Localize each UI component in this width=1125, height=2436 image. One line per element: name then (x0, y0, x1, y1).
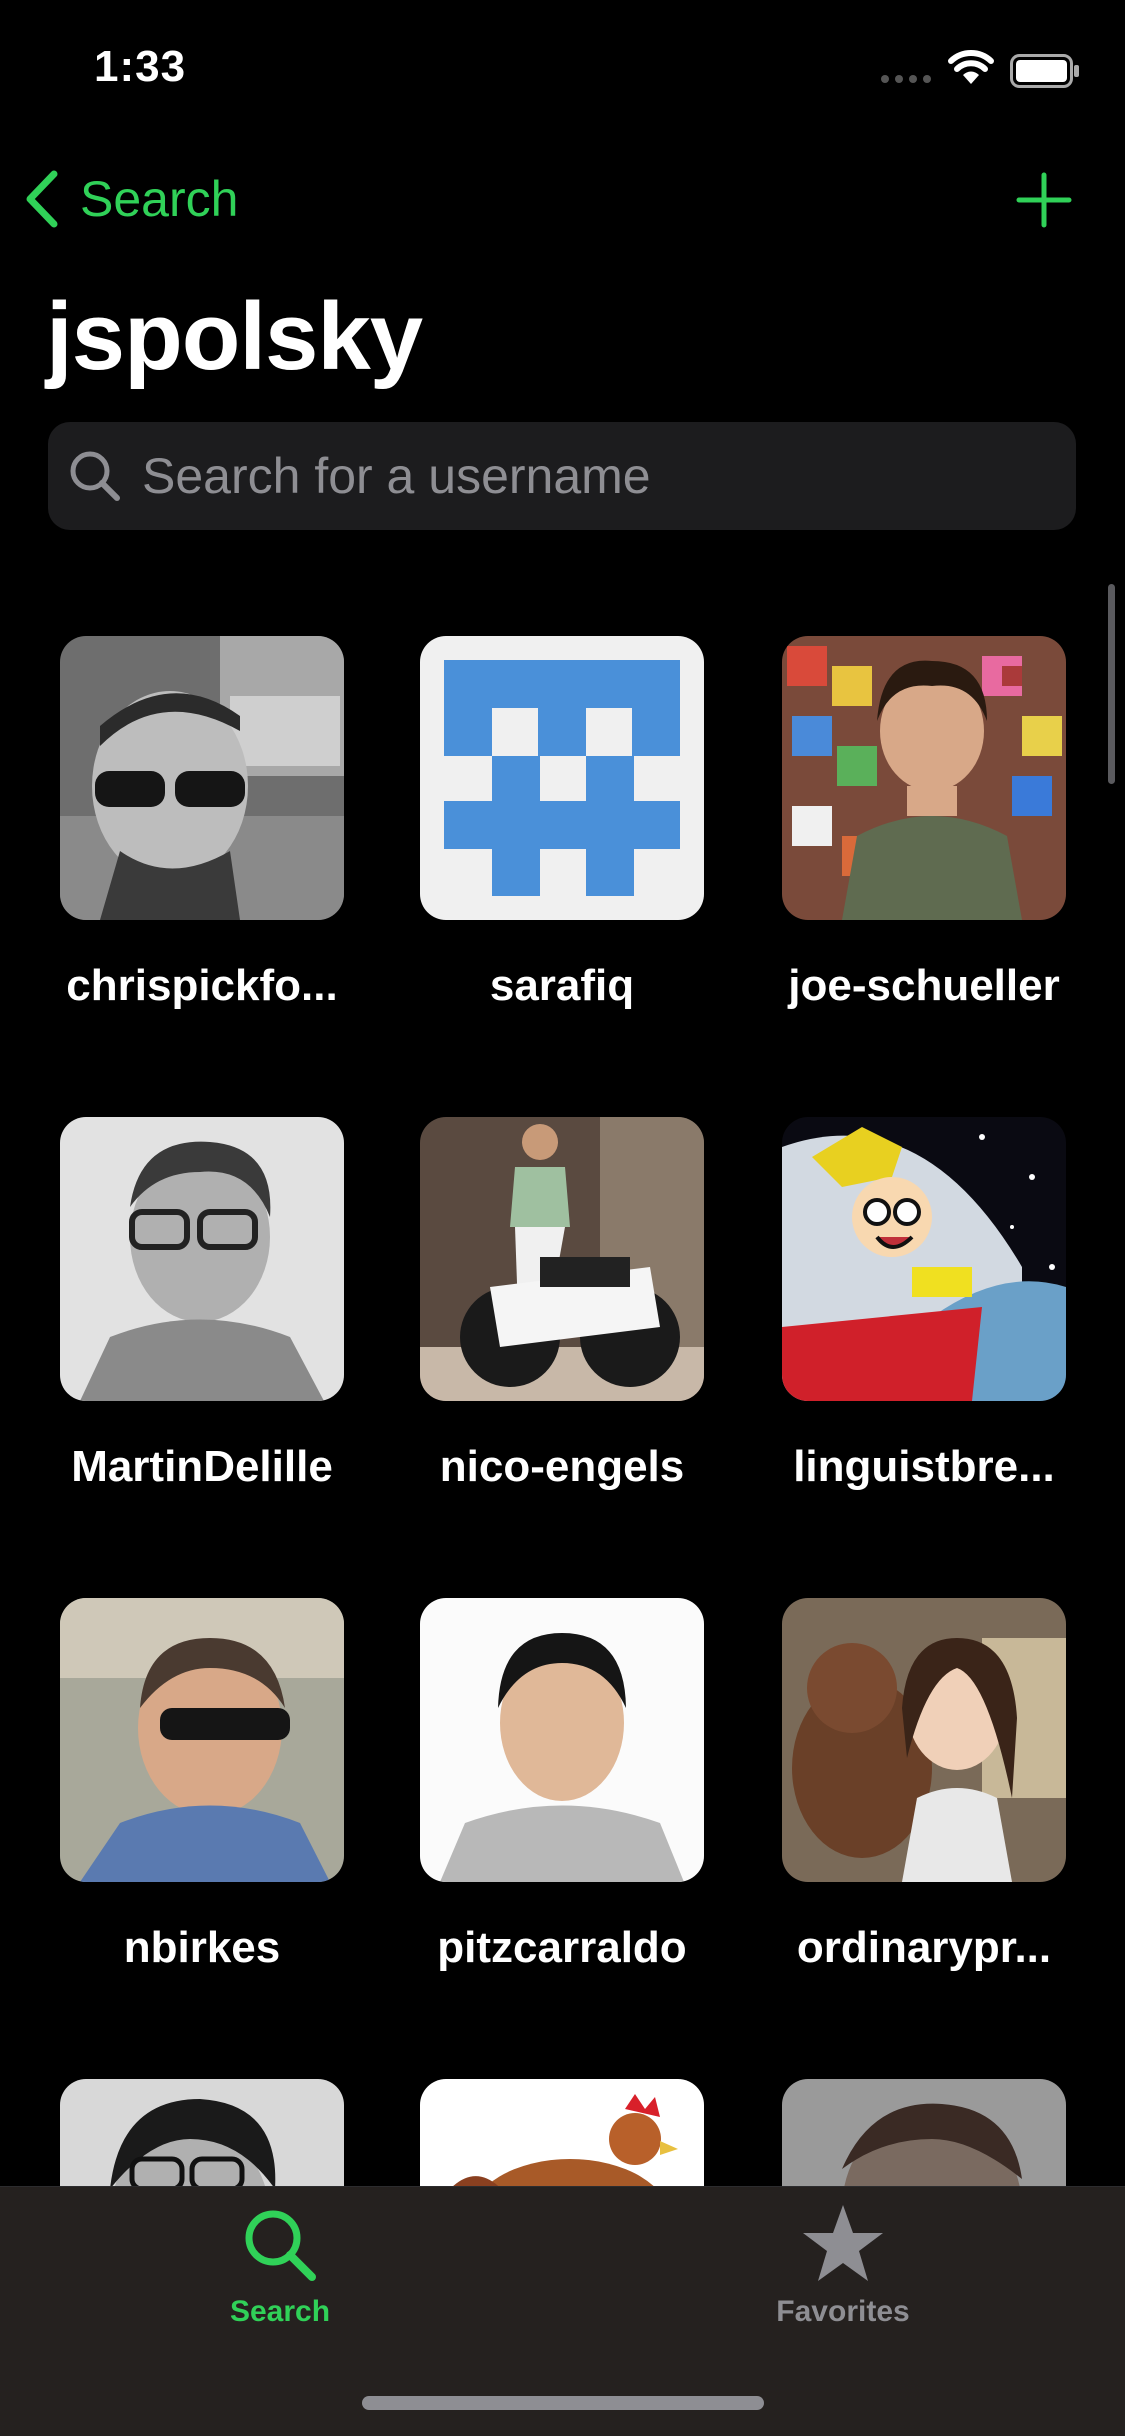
star-icon (803, 2205, 883, 2281)
avatar (420, 636, 704, 920)
username: ordinarypr... (796, 1923, 1052, 1972)
username: linguistbre... (793, 1442, 1055, 1491)
tab-favorites-label: Favorites (776, 2295, 910, 2328)
search-icon (245, 2210, 316, 2281)
avatar (782, 1598, 1066, 1882)
home-indicator[interactable] (362, 2396, 764, 2410)
username: sarafiq (489, 961, 635, 1010)
avatar (60, 2079, 344, 2186)
avatar (60, 1117, 344, 1401)
username: MartinDelille (71, 1442, 333, 1491)
username: pitzcarraldo (437, 1923, 687, 1972)
avatar (420, 1117, 704, 1401)
avatar (420, 2079, 704, 2186)
username: chrispickfo... (66, 961, 338, 1010)
tab-search[interactable]: Search (130, 2187, 430, 2347)
avatar (782, 2079, 1066, 2186)
username: joe-schueller (788, 961, 1060, 1010)
avatar (60, 1598, 344, 1882)
username: nico-engels (439, 1442, 685, 1491)
avatar (782, 636, 1066, 920)
avatar (782, 1117, 1066, 1401)
username: nbirkes (123, 1923, 281, 1972)
avatar (60, 636, 344, 920)
user-grid: chrispickfo... sarafiq joe-schueller Mar… (0, 0, 1125, 2186)
avatar (420, 1598, 704, 1882)
tab-favorites[interactable]: Favorites (693, 2187, 993, 2347)
tab-search-label: Search (229, 2295, 331, 2328)
